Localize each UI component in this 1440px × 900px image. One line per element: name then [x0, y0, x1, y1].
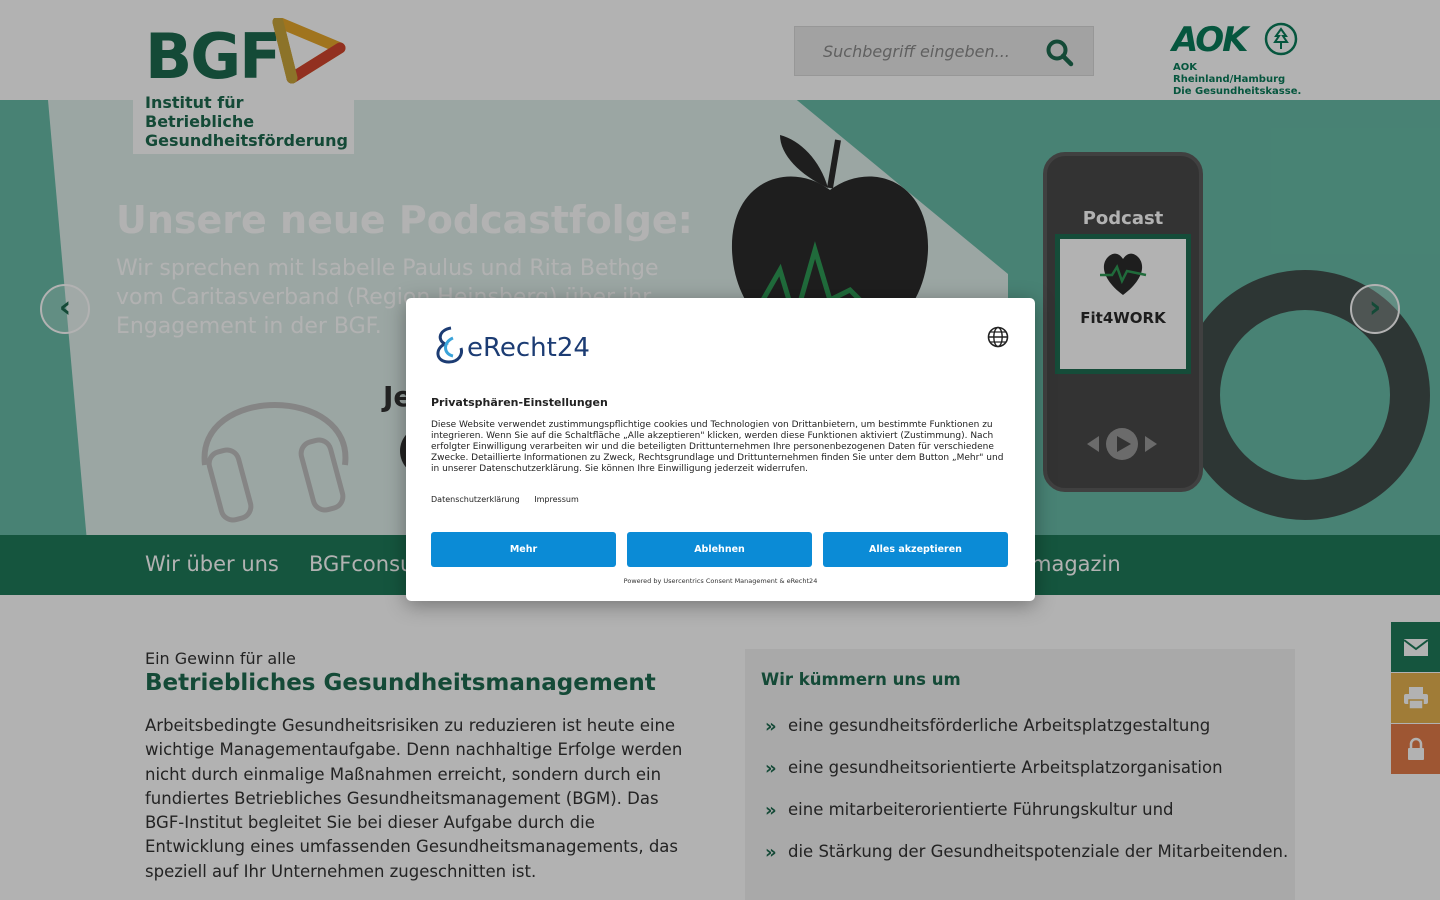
- language-globe-icon[interactable]: [987, 326, 1009, 348]
- erecht24-logo: eRecht24: [431, 324, 601, 366]
- erecht24-wordmark: eRecht24: [467, 333, 590, 363]
- accept-all-button[interactable]: Alles akzeptieren: [823, 532, 1008, 567]
- reject-button[interactable]: Ablehnen: [627, 532, 812, 567]
- consent-footer: Powered by Usercentrics Consent Manageme…: [623, 577, 818, 585]
- privacy-policy-link[interactable]: Datenschutzerklärung: [431, 495, 520, 504]
- consent-links: Datenschutzerklärung Impressum: [431, 495, 591, 504]
- imprint-link[interactable]: Impressum: [534, 495, 578, 504]
- consent-dialog: eRecht24 Privatsphären-Einstellungen Die…: [406, 298, 1035, 601]
- more-button[interactable]: Mehr: [431, 532, 616, 567]
- erecht24-symbol-icon: [436, 326, 463, 364]
- consent-heading: Privatsphären-Einstellungen: [431, 396, 608, 409]
- consent-text: Diese Website verwendet zustimmungspflic…: [431, 420, 1004, 474]
